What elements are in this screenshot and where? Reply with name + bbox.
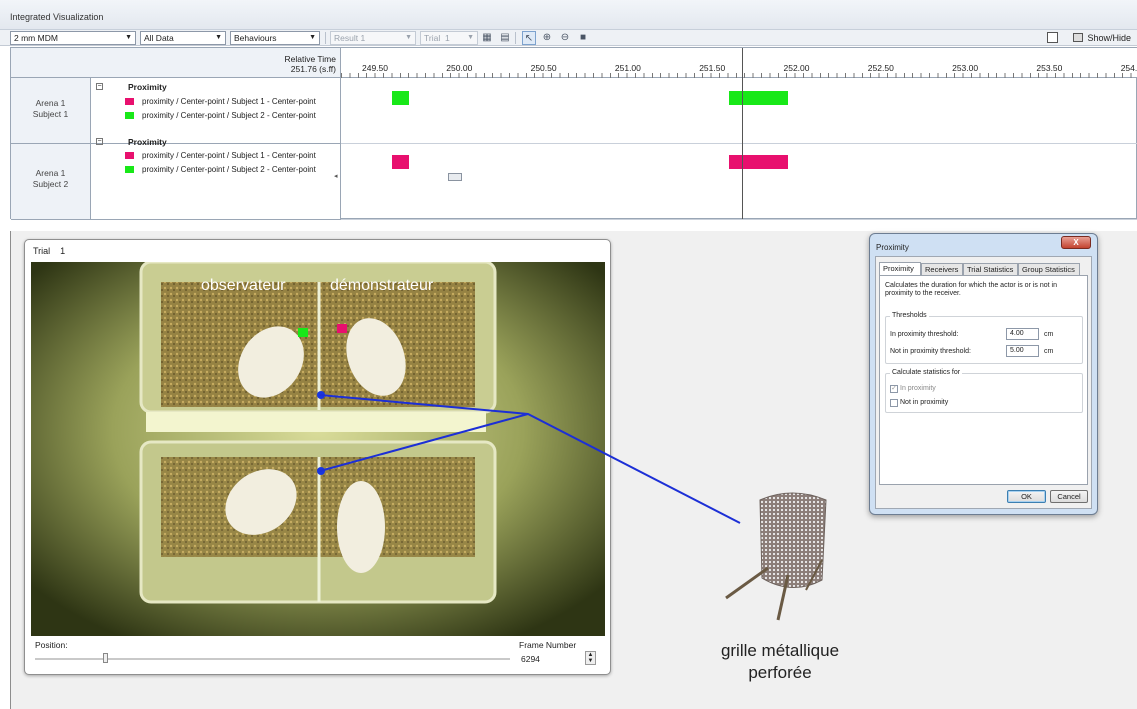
- cancel-button[interactable]: Cancel: [1050, 490, 1088, 503]
- proximity-tab-panel: Calculates the duration for which the ac…: [879, 275, 1088, 485]
- dialog-description: Calculates the duration for which the ac…: [885, 282, 1057, 297]
- not-in-proximity-checkbox[interactable]: [890, 399, 898, 407]
- in-proximity-label: In proximity threshold:: [890, 331, 959, 338]
- annotation-line: [319, 413, 529, 472]
- integrated-visualization-screen: { "window": { "title": "Integrated Visua…: [0, 0, 1137, 709]
- ok-label: OK: [1021, 492, 1032, 501]
- tab-proximity[interactable]: Proximity: [879, 262, 921, 275]
- tab-receivers[interactable]: Receivers: [921, 263, 963, 275]
- not-in-proximity-input[interactable]: 5.00: [1006, 345, 1039, 357]
- tab-label: Trial Statistics: [967, 265, 1014, 274]
- dialog-body: Proximity Receivers Trial Statistics Gro…: [875, 256, 1092, 509]
- dialog-title: Proximity: [876, 243, 909, 252]
- tab-label: Receivers: [925, 265, 959, 274]
- thresholds-group: Thresholds In proximity threshold: 4.00 …: [885, 312, 1083, 364]
- not-in-proximity-option: Not in proximity: [900, 399, 949, 406]
- close-button[interactable]: X: [1061, 236, 1091, 249]
- thresholds-title: Thresholds: [890, 312, 929, 319]
- unit-label: cm: [1044, 331, 1054, 338]
- cancel-label: Cancel: [1057, 492, 1081, 501]
- tab-trial-statistics[interactable]: Trial Statistics: [963, 263, 1018, 275]
- ok-button[interactable]: OK: [1007, 490, 1046, 503]
- in-proximity-checkbox[interactable]: ✓: [890, 385, 898, 393]
- close-icon: X: [1073, 238, 1079, 247]
- tab-label: Proximity: [883, 264, 914, 273]
- grid-annotation-line1: grille métallique: [720, 641, 840, 660]
- proximity-dialog: Proximity X Proximity Receivers Trial St…: [869, 233, 1098, 515]
- perforated-grid-illustration: [725, 492, 827, 621]
- grid-annotation: grille métallique perforée: [660, 640, 900, 684]
- statistics-title: Calculate statistics for: [890, 369, 963, 376]
- in-proximity-option: In proximity: [900, 385, 936, 392]
- in-proximity-input[interactable]: 4.00: [1006, 328, 1039, 340]
- unit-label: cm: [1044, 348, 1054, 355]
- tab-label: Group Statistics: [1022, 265, 1075, 274]
- annotation-line: [319, 394, 741, 524]
- grid-annotation-line2: perforée: [748, 663, 812, 682]
- not-in-proximity-label: Not in proximity threshold:: [890, 348, 971, 355]
- tab-group-statistics[interactable]: Group Statistics: [1018, 263, 1080, 275]
- statistics-group: Calculate statistics for ✓ In proximity …: [885, 369, 1083, 413]
